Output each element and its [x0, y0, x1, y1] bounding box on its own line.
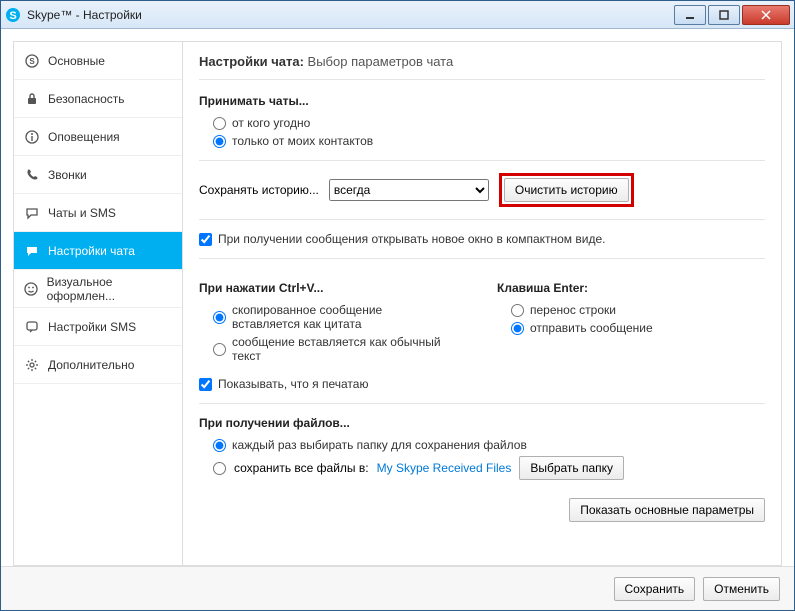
settings-window: S Skype™ - Настройки S Основные Безопасн… [0, 0, 795, 611]
ctrl-v-column: При нажатии Ctrl+V... скопированное сооб… [199, 271, 467, 367]
smiley-icon [24, 281, 39, 297]
accept-contacts-radio[interactable]: только от моих контактов [213, 134, 765, 148]
sidebar-item-label: Настройки SMS [48, 320, 136, 334]
divider [199, 258, 765, 259]
sidebar-item-advanced[interactable]: Дополнительно [14, 346, 182, 384]
enter-newline-label: перенос строки [530, 303, 616, 317]
history-row: Сохранять историю... всегда Очистить ист… [199, 173, 765, 207]
save-button[interactable]: Сохранить [614, 577, 696, 601]
accept-anyone-radio[interactable]: от кого угодно [213, 116, 765, 130]
maximize-button[interactable] [708, 5, 740, 25]
footer: Сохранить Отменить [1, 566, 794, 610]
sidebar-item-notifications[interactable]: Оповещения [14, 118, 182, 156]
ctrlv-plain-radio[interactable]: сообщение вставляется как обычный текст [213, 335, 467, 363]
svg-text:S: S [29, 57, 35, 66]
sidebar-item-label: Оповещения [48, 130, 120, 144]
accept-contacts-input[interactable] [213, 135, 226, 148]
clear-history-button[interactable]: Очистить историю [504, 178, 629, 202]
window-title: Skype™ - Настройки [27, 8, 142, 22]
enter-key-column: Клавиша Enter: перенос строки отправить … [497, 271, 765, 367]
divider [199, 403, 765, 404]
main-panel: Настройки чата: Выбор параметров чата Пр… [183, 41, 782, 566]
phone-icon [24, 167, 40, 183]
ctrlv-quote-input[interactable] [213, 311, 226, 324]
choose-folder-button[interactable]: Выбрать папку [519, 456, 624, 480]
two-column-section: При нажатии Ctrl+V... скопированное сооб… [199, 271, 765, 367]
compact-checkbox-label: При получении сообщения открывать новое … [218, 232, 605, 246]
compact-checkbox-row[interactable]: При получении сообщения открывать новое … [199, 232, 765, 246]
sidebar-item-security[interactable]: Безопасность [14, 80, 182, 118]
page-title-bold: Настройки чата: [199, 54, 304, 69]
lock-icon [24, 91, 40, 107]
divider [199, 219, 765, 220]
sidebar-item-visual[interactable]: Визуальное оформлен... [14, 270, 182, 308]
history-label: Сохранять историю... [199, 183, 319, 197]
page-title: Настройки чата: Выбор параметров чата [199, 54, 765, 80]
ctrl-v-heading: При нажатии Ctrl+V... [199, 281, 467, 295]
ctrlv-quote-label: скопированное сообщение вставляется как … [232, 303, 452, 331]
files-ask-radio[interactable]: каждый раз выбирать папку для сохранения… [213, 438, 765, 452]
sidebar-item-label: Основные [48, 54, 105, 68]
sidebar-item-label: Визуальное оформлен... [47, 275, 172, 303]
enter-send-radio[interactable]: отправить сообщение [511, 321, 765, 335]
chat-icon [24, 205, 40, 221]
enter-newline-input[interactable] [511, 304, 524, 317]
sidebar-item-label: Настройки чата [48, 244, 135, 258]
compact-checkbox[interactable] [199, 233, 212, 246]
files-folder-link[interactable]: My Skype Received Files [377, 461, 512, 475]
ctrlv-plain-input[interactable] [213, 343, 226, 356]
ctrlv-quote-radio[interactable]: скопированное сообщение вставляется как … [213, 303, 467, 331]
typing-checkbox-label: Показывать, что я печатаю [218, 377, 368, 391]
sidebar-item-chats-sms[interactable]: Чаты и SMS [14, 194, 182, 232]
accept-anyone-input[interactable] [213, 117, 226, 130]
enter-send-input[interactable] [511, 322, 524, 335]
info-icon [24, 129, 40, 145]
files-save-input[interactable] [213, 462, 226, 475]
sms-icon [24, 319, 40, 335]
sidebar-item-label: Безопасность [48, 92, 125, 106]
enter-send-label: отправить сообщение [530, 321, 653, 335]
show-basic-row: Показать основные параметры [199, 498, 765, 522]
sidebar-item-label: Звонки [48, 168, 87, 182]
files-ask-label: каждый раз выбирать папку для сохранения… [232, 438, 527, 452]
accept-contacts-label: только от моих контактов [232, 134, 373, 148]
typing-checkbox[interactable] [199, 378, 212, 391]
sidebar-item-calls[interactable]: Звонки [14, 156, 182, 194]
accept-anyone-label: от кого угодно [232, 116, 310, 130]
gear-icon [24, 357, 40, 373]
show-basic-button[interactable]: Показать основные параметры [569, 498, 765, 522]
files-ask-input[interactable] [213, 439, 226, 452]
window-controls [672, 5, 790, 25]
sidebar: S Основные Безопасность Оповещения Звонк… [13, 41, 183, 566]
sidebar-item-label: Чаты и SMS [48, 206, 116, 220]
files-heading: При получении файлов... [199, 416, 765, 430]
skype-small-icon: S [24, 53, 40, 69]
content-area: S Основные Безопасность Оповещения Звонк… [1, 29, 794, 566]
chat-bubble-icon [24, 243, 40, 259]
ctrlv-plain-label: сообщение вставляется как обычный текст [232, 335, 467, 363]
typing-checkbox-row[interactable]: Показывать, что я печатаю [199, 377, 765, 391]
enter-newline-radio[interactable]: перенос строки [511, 303, 765, 317]
accept-chats-heading: Принимать чаты... [199, 94, 765, 108]
sidebar-item-label: Дополнительно [48, 358, 134, 372]
close-button[interactable] [742, 5, 790, 25]
divider [199, 160, 765, 161]
files-save-label: сохранить все файлы в: [234, 461, 369, 475]
cancel-button[interactable]: Отменить [703, 577, 780, 601]
enter-heading: Клавиша Enter: [497, 281, 765, 295]
svg-text:S: S [9, 10, 16, 22]
history-select[interactable]: всегда [329, 179, 489, 201]
minimize-button[interactable] [674, 5, 706, 25]
sidebar-item-chat-settings[interactable]: Настройки чата [14, 232, 182, 270]
sidebar-item-sms-settings[interactable]: Настройки SMS [14, 308, 182, 346]
files-save-row: сохранить все файлы в: My Skype Received… [213, 456, 765, 480]
titlebar: S Skype™ - Настройки [1, 1, 794, 29]
clear-history-highlight: Очистить историю [499, 173, 634, 207]
page-title-rest: Выбор параметров чата [308, 54, 454, 69]
skype-icon: S [5, 7, 21, 23]
sidebar-item-general[interactable]: S Основные [14, 42, 182, 80]
